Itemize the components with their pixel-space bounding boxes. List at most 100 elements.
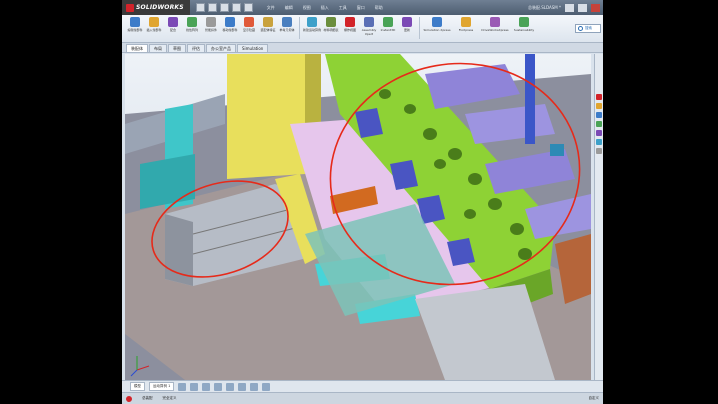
ribbon-button-label: Instant3D [380,28,396,32]
ribbon-button[interactable]: 装配体特征 [259,17,277,41]
forum-icon[interactable] [596,148,602,154]
ribbon-button[interactable]: FloXpress [452,17,480,41]
insert-component-icon [149,17,159,27]
ribbon-button-label: 材料明细表 [323,28,339,32]
undo-icon[interactable] [243,3,253,12]
graphics-area[interactable] [125,54,591,380]
driveworks-icon [490,17,500,27]
ribbon-button-label: 插入零部件 [146,28,162,32]
tab-sketch[interactable]: 草图 [168,44,186,52]
reference-geometry-icon [282,17,292,27]
custom-properties-icon[interactable] [596,139,602,145]
ribbon-button[interactable]: Sustainability [510,17,538,41]
tab-model[interactable]: 模型 [130,382,145,391]
linear-pattern-icon [187,17,197,27]
ribbon-button[interactable]: 显示隐藏 [240,17,258,41]
menu-bar: 文件 编辑 视图 插入 工具 窗口 帮助 [267,5,383,11]
resources-icon[interactable] [596,94,602,100]
title-right: 总装配.SLDASM * [528,3,603,12]
assembly-model [125,54,591,380]
menu-file[interactable]: 文件 [267,5,275,11]
ribbon-button-label: 新建运动算例 [303,28,322,32]
mate-icon [168,17,178,27]
ribbon-button-label: 线性阵列 [185,28,198,32]
ribbon-button[interactable]: 参考几何体 [278,17,296,41]
move-component-icon [225,17,235,27]
ribbon-button-label: FloXpress [458,28,474,32]
tab-evaluate[interactable]: 评估 [187,44,205,52]
minimize-button[interactable] [565,3,574,12]
ribbon-button-label: 更新 [403,28,410,32]
ribbon-button-label: 参考几何体 [279,28,295,32]
ribbon-button[interactable]: 移动零部件 [221,17,239,41]
ribbon-button[interactable]: 材料明细表 [322,17,340,41]
assembly-xpert-icon [364,17,374,27]
tab-motion-study[interactable]: 运动算例 1 [149,382,175,391]
ribbon-separator [419,17,420,39]
appearances-icon[interactable] [596,130,602,136]
ribbon-button-label: Sustainability [513,28,535,32]
assembly-feature-icon [263,17,273,27]
view-orientation-icon[interactable] [226,382,235,391]
ribbon-button[interactable]: Instant3D [379,17,397,41]
tab-office-products[interactable]: 办公室产品 [206,44,236,52]
ribbon-button[interactable]: 智能扣件 [202,17,220,41]
menu-help[interactable]: 帮助 [375,5,383,11]
ribbon-button[interactable]: Assembly Xpert [360,17,378,41]
floxpress-icon [461,17,471,27]
zoom-fit-icon[interactable] [178,382,187,391]
open-file-icon[interactable] [207,3,217,12]
menu-tools[interactable]: 工具 [339,5,347,11]
menu-edit[interactable]: 编辑 [285,5,293,11]
save-icon[interactable] [219,3,229,12]
section-view-icon[interactable] [214,382,223,391]
status-bar: 总装配 完全定义 自定义 [122,392,603,404]
search-box[interactable]: 搜索 [575,24,601,33]
design-library-icon[interactable] [596,103,602,109]
print-icon[interactable] [231,3,241,12]
ribbon-button[interactable]: 插入零部件 [145,17,163,41]
ribbon-button[interactable]: 线性阵列 [183,17,201,41]
maximize-button[interactable] [578,3,587,12]
hide-show-items-icon[interactable] [250,382,259,391]
tab-simulation[interactable]: Simulation [237,44,269,52]
menu-insert[interactable]: 插入 [321,5,329,11]
sustainability-icon [519,17,529,27]
zoom-area-icon[interactable] [190,382,199,391]
ribbon-button[interactable]: 更新 [398,17,416,41]
logo-text: SOLIDWORKS [136,4,184,11]
title-bar: SOLIDWORKS 文件 编辑 视图 插入 工具 窗口 帮助 总装配.SLDA… [122,0,603,15]
tab-assembly[interactable]: 装配体 [126,44,148,52]
blue-post [525,54,535,144]
rotate-icon[interactable] [202,382,211,391]
ribbon-button[interactable]: 新建运动算例 [303,17,321,41]
file-explorer-icon[interactable] [596,112,602,118]
update-icon [402,17,412,27]
ribbon-button-label: 配合 [169,28,176,32]
record-indicator-icon [126,395,132,402]
smart-fastener-icon [206,17,216,27]
view-palette-icon[interactable] [596,121,602,127]
ribbon-button[interactable]: Simulation Xpress [423,17,451,41]
close-button[interactable] [591,3,600,12]
menu-window[interactable]: 窗口 [357,5,365,11]
ribbon-button[interactable]: DriveWorksXpress [481,17,509,41]
status-right[interactable]: 自定义 [589,396,600,401]
ribbon-button-label: 编辑零部件 [127,28,143,32]
tab-layout[interactable]: 布局 [149,44,167,52]
display-style-icon[interactable] [238,382,247,391]
solidworks-logo[interactable]: SOLIDWORKS [122,0,190,15]
motion-study-icon [307,17,317,27]
menu-view[interactable]: 视图 [303,5,311,11]
ribbon-button-label: Simulation Xpress [423,28,451,32]
new-file-icon[interactable] [195,3,205,12]
ribbon-button[interactable]: 编辑零部件 [126,17,144,41]
search-label: 搜索 [585,26,592,30]
ribbon-button[interactable]: 爆炸视图 [341,17,359,41]
edit-appearance-icon[interactable] [262,382,271,391]
motion-tabs-bar: 模型 运动算例 1 [122,380,603,392]
ribbon-button[interactable]: 配合 [164,17,182,41]
ribbon-button-label: 显示隐藏 [242,28,255,32]
ribbon-separator [299,17,300,39]
ribbon-button-label: 移动零部件 [222,28,238,32]
